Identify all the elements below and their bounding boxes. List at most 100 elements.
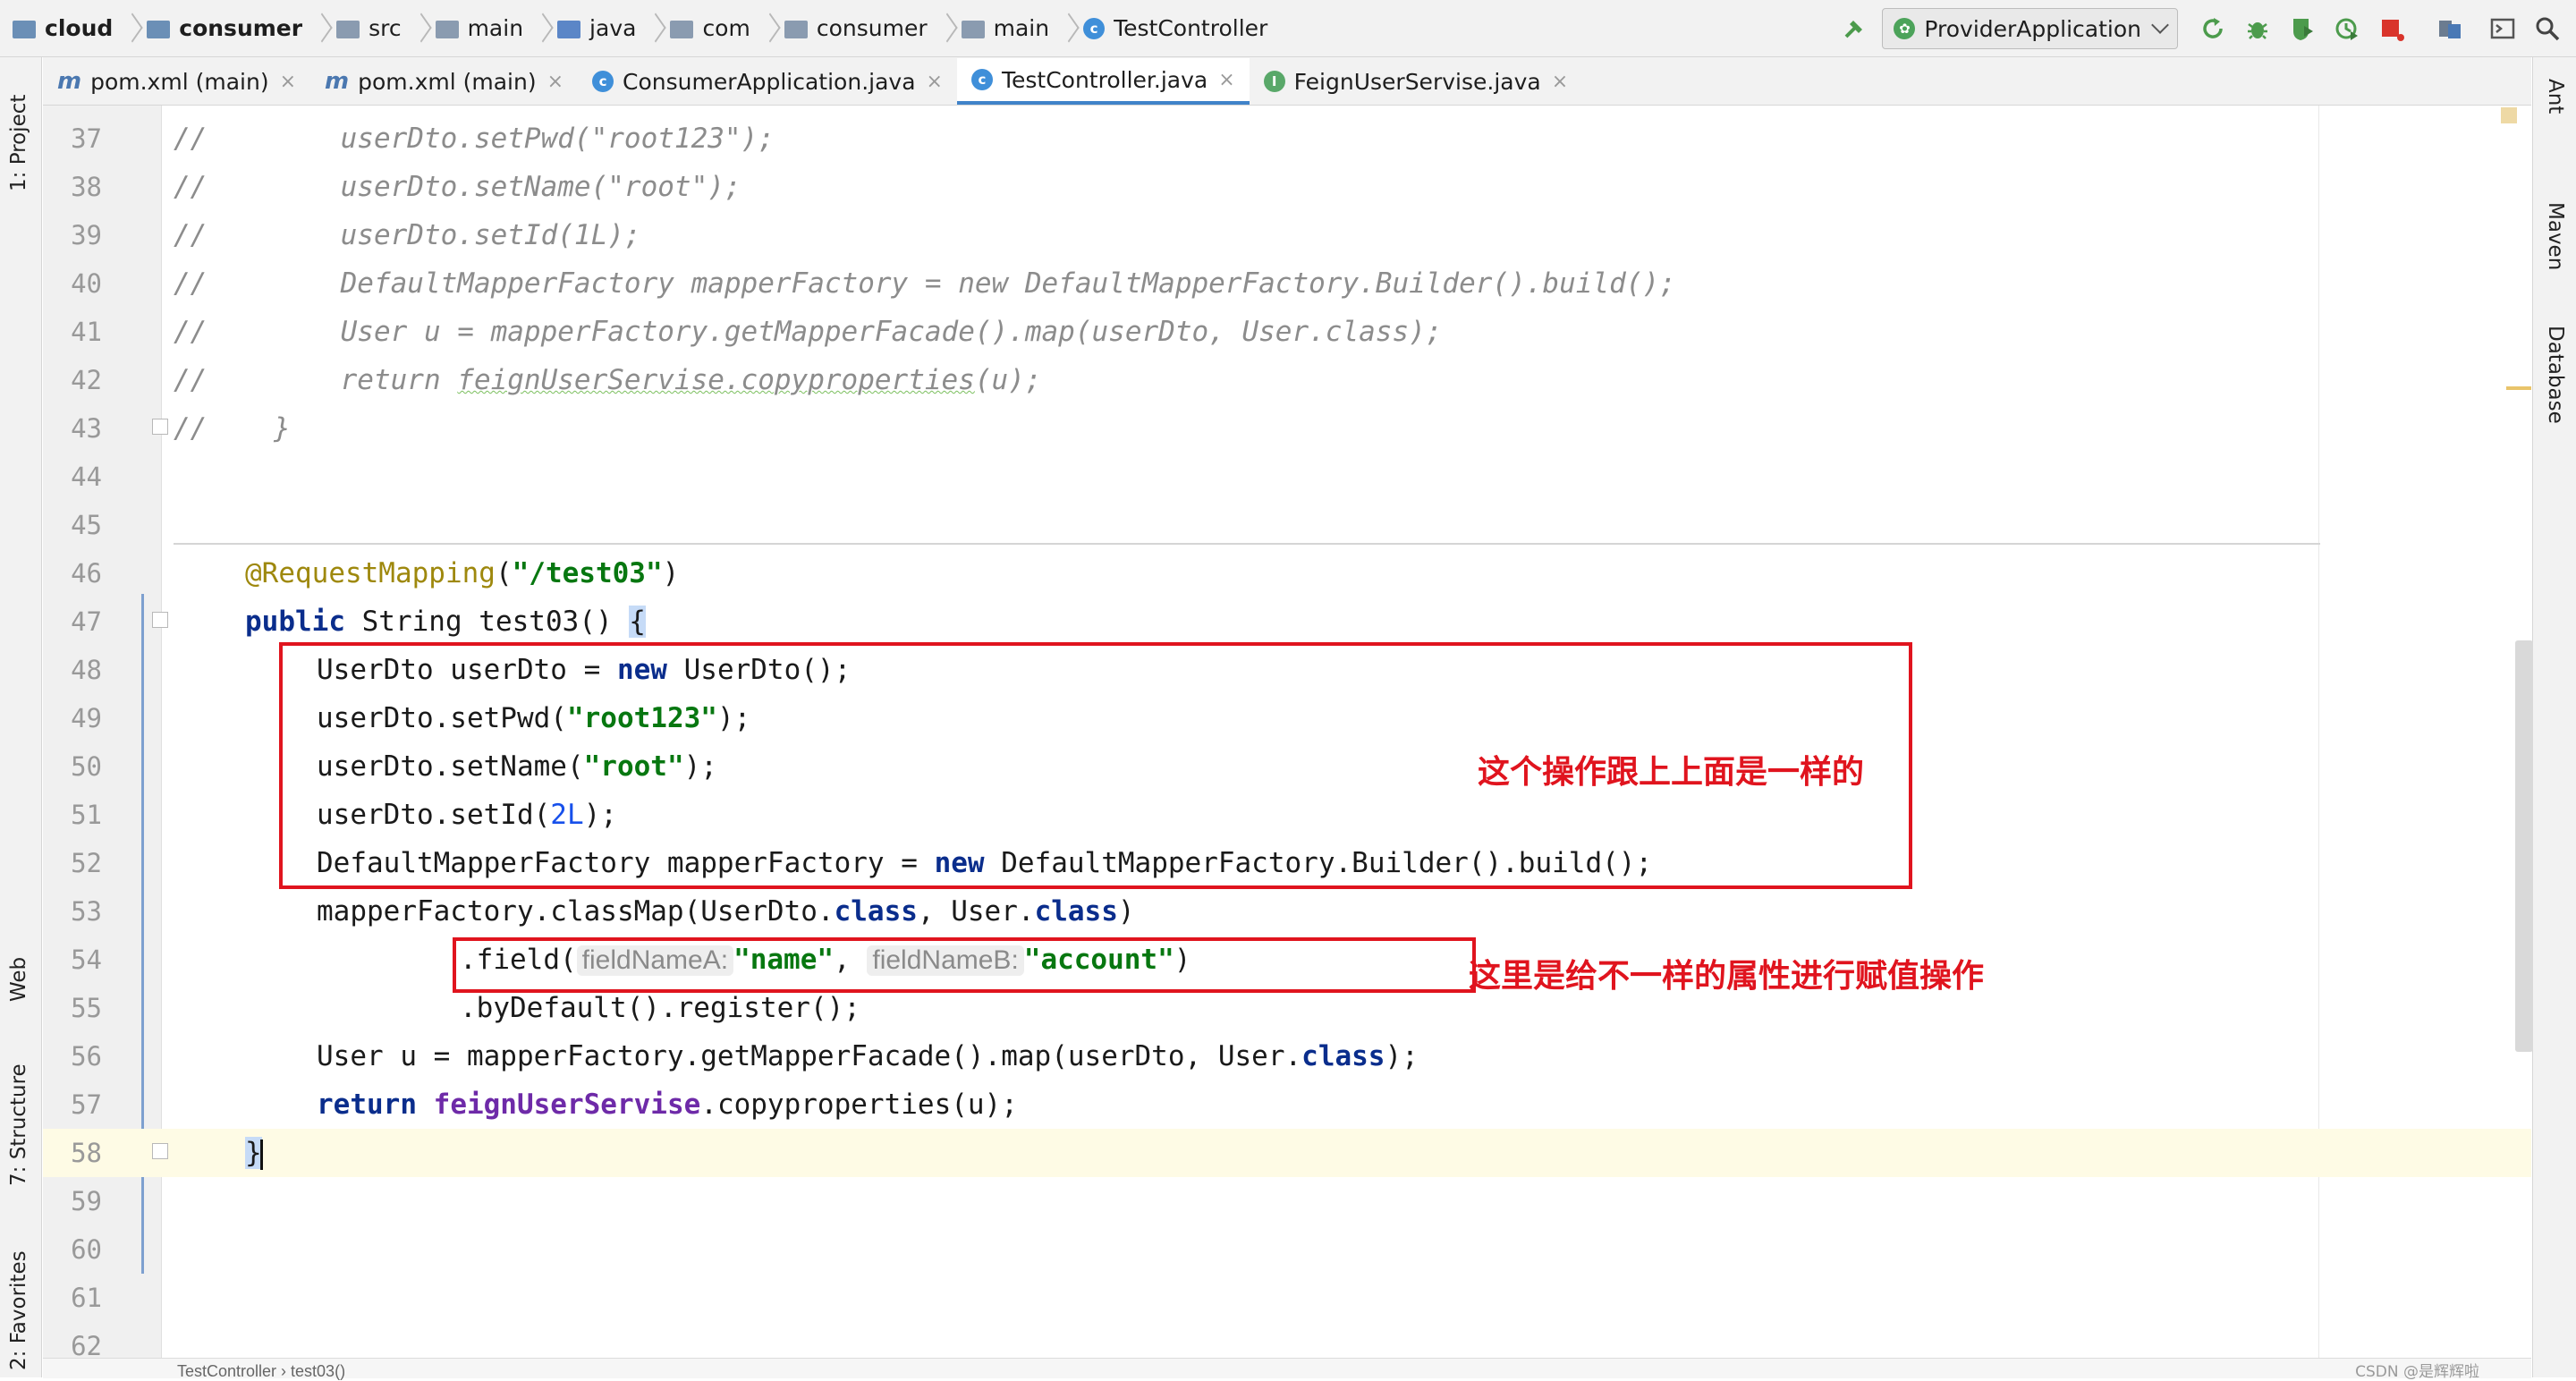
- right-tool-window-bar: Ant Maven Database: [2532, 57, 2576, 1377]
- debug-icon[interactable]: [2243, 14, 2272, 43]
- tab-pom-xml-2[interactable]: m pom.xml (main) ×: [310, 58, 578, 105]
- module-folder-icon: [13, 20, 36, 38]
- breadcrumb-item-main[interactable]: main: [435, 15, 523, 41]
- chevron-right-icon: [1058, 13, 1074, 44]
- project-structure-icon[interactable]: [2436, 14, 2464, 43]
- tab-pom-xml-1[interactable]: m pom.xml (main) ×: [43, 58, 310, 105]
- class-icon: c: [1083, 17, 1106, 39]
- vertical-scrollbar[interactable]: [2512, 106, 2533, 1358]
- breadcrumb-item-testcontroller[interactable]: c TestController: [1083, 15, 1267, 41]
- editor-tabs: m pom.xml (main) × m pom.xml (main) × c Consu…: [43, 57, 2531, 106]
- stop-icon[interactable]: [2377, 14, 2406, 43]
- code-line: 44: [71, 462, 102, 492]
- annotation-text: 这里是给不一样的属性进行赋值操作: [1469, 958, 1985, 995]
- package-icon: [961, 20, 985, 38]
- code-line: 40// DefaultMapperFactory mapperFactory …: [71, 267, 1676, 300]
- code-line: 39// userDto.setId(1L);: [71, 219, 641, 251]
- code-line: 60: [71, 1234, 102, 1265]
- class-icon: c: [970, 69, 993, 90]
- code-line: 37// userDto.setPwd("root123");: [71, 123, 775, 155]
- method-separator: [174, 543, 2320, 545]
- fold-marker-icon[interactable]: [152, 419, 168, 435]
- structure-tool-button[interactable]: 7: Structure: [7, 1063, 30, 1186]
- fold-marker-icon[interactable]: [152, 612, 168, 628]
- code-line: 45: [71, 510, 102, 540]
- code-line: 47 public String test03() {: [71, 606, 646, 638]
- left-tool-window-bar: 1: Project Web 7: Structure 2: Favorites: [0, 57, 42, 1377]
- caret-line: 58}: [43, 1129, 2531, 1177]
- profiler-icon[interactable]: [2333, 14, 2361, 43]
- toolbar: ✿ ProviderApplication: [1832, 0, 2576, 57]
- maven-tool-button[interactable]: Maven: [2544, 202, 2567, 270]
- favorites-tool-button[interactable]: 2: Favorites: [7, 1250, 30, 1370]
- maven-icon: m: [325, 68, 350, 95]
- module-folder-icon: [147, 20, 171, 38]
- navigation-bar: cloud consumer src main java com consume…: [0, 0, 2576, 57]
- terminal-icon[interactable]: [2488, 14, 2517, 43]
- code-editor[interactable]: 37// userDto.setPwd("root123"); 38// use…: [43, 106, 2531, 1358]
- breadcrumb: cloud consumer src main java com consume…: [0, 0, 1267, 57]
- breadcrumb-item-consumer-pkg[interactable]: consumer: [784, 15, 928, 41]
- fold-marker-icon[interactable]: [152, 1143, 168, 1159]
- code-line: 56 User u = mapperFactory.getMapperFacade…: [71, 1040, 1419, 1072]
- code-line: 61: [71, 1283, 102, 1313]
- run-configuration-select[interactable]: ✿ ProviderApplication: [1882, 8, 2178, 49]
- chevron-right-icon: [532, 13, 548, 44]
- breadcrumb-item-src[interactable]: src: [336, 15, 402, 41]
- source-folder-icon: [557, 20, 581, 38]
- status-breadcrumb[interactable]: TestController › test03(): [177, 1362, 345, 1381]
- breadcrumb-item-main-pkg[interactable]: main: [961, 15, 1049, 41]
- chevron-right-icon: [311, 13, 327, 44]
- folder-icon: [336, 20, 360, 38]
- scrollbar-thumb[interactable]: [2515, 640, 2533, 1052]
- breadcrumb-item-consumer[interactable]: consumer: [147, 15, 302, 41]
- code-line: 53 mapperFactory.classMap(UserDto.class, …: [71, 895, 1135, 928]
- spring-boot-icon: ✿: [1894, 18, 1916, 39]
- search-icon[interactable]: [2533, 14, 2562, 43]
- watermark: CSDN @是辉辉啦: [2355, 1363, 2479, 1381]
- chevron-down-icon: [2151, 16, 2169, 34]
- close-icon[interactable]: ×: [280, 71, 296, 93]
- text-cursor: [259, 1139, 263, 1170]
- close-icon[interactable]: ×: [927, 71, 943, 93]
- coverage-icon[interactable]: [2288, 14, 2317, 43]
- breadcrumb-item-com[interactable]: com: [670, 15, 750, 41]
- annotation-box: [453, 937, 1476, 993]
- tab-test-controller[interactable]: c TestController.java ×: [956, 58, 1250, 105]
- maven-icon: m: [57, 68, 82, 95]
- code-line: 43// }: [71, 412, 291, 445]
- ant-tool-button[interactable]: Ant: [2544, 79, 2567, 114]
- code-line: 38// userDto.setName("root");: [71, 171, 741, 203]
- breadcrumb-item-java[interactable]: java: [557, 15, 636, 41]
- status-bar: TestController › test03() CSDN @是辉辉啦: [43, 1358, 2531, 1381]
- chevron-right-icon: [936, 13, 953, 44]
- chevron-right-icon: [759, 13, 775, 44]
- package-icon: [670, 20, 694, 38]
- code-line: 59: [71, 1186, 102, 1216]
- interface-icon: I: [1263, 71, 1285, 92]
- chevron-right-icon: [645, 13, 661, 44]
- database-tool-button[interactable]: Database: [2544, 326, 2567, 424]
- chevron-right-icon: [411, 13, 427, 44]
- build-hammer-icon[interactable]: [1840, 14, 1868, 43]
- breadcrumb-item-cloud[interactable]: cloud: [13, 15, 113, 41]
- close-icon[interactable]: ×: [547, 71, 564, 93]
- code-line: 46 @RequestMapping("/test03"): [71, 557, 680, 589]
- rerun-icon[interactable]: [2199, 14, 2227, 43]
- web-tool-button[interactable]: Web: [7, 957, 30, 1002]
- annotation-text: 这个操作跟上上面是一样的: [1478, 754, 1865, 791]
- tab-feign-user-servise[interactable]: I FeignUserServise.java ×: [1250, 58, 1582, 105]
- project-tool-button[interactable]: 1: Project: [7, 95, 30, 191]
- code-line: 57 return feignUserServise.copyproperties…: [71, 1089, 1018, 1121]
- code-line: 62: [71, 1331, 102, 1358]
- tab-consumer-application[interactable]: c ConsumerApplication.java ×: [578, 58, 957, 105]
- package-icon: [784, 20, 808, 38]
- code-line: 42// return feignUserServise.copypropert…: [71, 364, 1042, 396]
- folder-icon: [435, 20, 459, 38]
- run-configuration-label: ProviderApplication: [1924, 15, 2141, 42]
- close-icon[interactable]: ×: [1552, 71, 1568, 93]
- spring-class-icon: c: [592, 71, 614, 92]
- chevron-right-icon: [122, 13, 138, 44]
- code-line: 41// User u = mapperFactory.getMapperFac…: [71, 316, 1443, 348]
- close-icon[interactable]: ×: [1218, 69, 1234, 91]
